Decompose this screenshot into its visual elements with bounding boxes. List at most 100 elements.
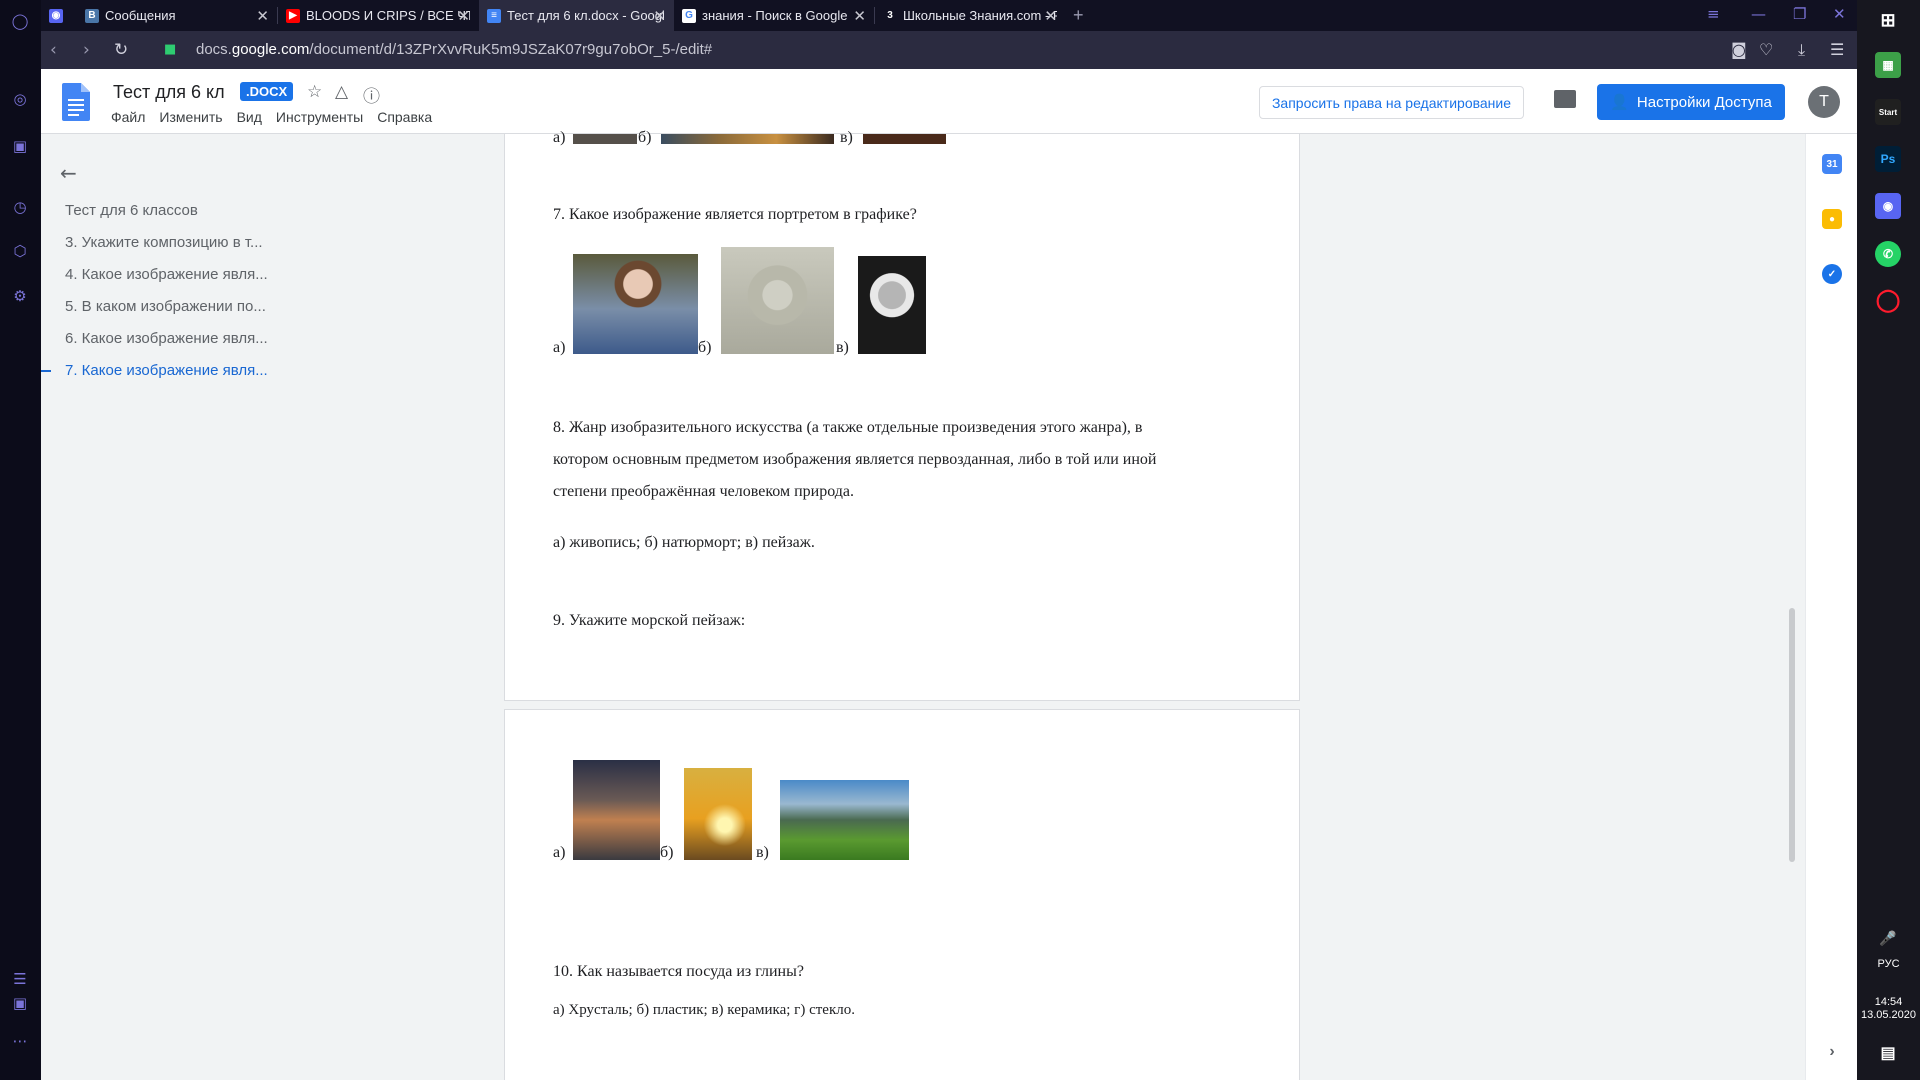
- calendar-icon[interactable]: 31: [1822, 154, 1842, 174]
- scrollbar[interactable]: [1789, 608, 1795, 862]
- tasks-icon[interactable]: ✓: [1822, 264, 1842, 284]
- document-page[interactable]: а) б) в) 7. Какое изображение является п…: [505, 129, 1299, 700]
- download-icon[interactable]: ⤓: [1798, 40, 1805, 60]
- outline-item-active[interactable]: 7. Какое изображение явля...: [65, 362, 268, 379]
- outline-item[interactable]: 4. Какое изображение явля...: [65, 266, 268, 283]
- mountain-landscape-image: [780, 780, 909, 860]
- heart-icon[interactable]: ♡: [1759, 40, 1773, 59]
- tab-youtube[interactable]: ▶ BLOODS И CRIPS / ВСЕ ЧТ ✕: [278, 0, 478, 31]
- opera-icon[interactable]: ◯: [1875, 287, 1901, 313]
- youtube-icon: ▶: [286, 8, 300, 23]
- extensions-icon[interactable]: ⬡: [9, 240, 31, 262]
- tab-menu-icon[interactable]: ≡: [1707, 5, 1720, 23]
- lock-icon: ■: [164, 42, 177, 57]
- option-label: б): [698, 339, 712, 356]
- artwork-image: [863, 134, 946, 144]
- question-8-answers: а) живопись; б) натюрморт; в) пейзаж.: [553, 534, 815, 551]
- forward-icon[interactable]: ›: [83, 40, 90, 60]
- windows-icon[interactable]: ⊞: [1875, 7, 1901, 33]
- close-icon[interactable]: ✕: [853, 7, 866, 25]
- expand-panel-icon[interactable]: ›: [1822, 1042, 1842, 1062]
- menu-help[interactable]: Справка: [377, 109, 432, 125]
- gamepad-icon: ◉: [49, 8, 63, 23]
- opera-sidebar: ◯ ◎ ▣ ◷ ⬡ ⚙ ☰ ▣ ⋯: [0, 0, 41, 1080]
- more-icon[interactable]: ⋯: [9, 1030, 31, 1052]
- back-icon[interactable]: ‹: [50, 40, 57, 60]
- znanija-icon: 3: [887, 10, 893, 21]
- pencil-portrait-image: [721, 247, 834, 354]
- twitch-icon[interactable]: ▣: [9, 135, 31, 157]
- docs-logo-icon[interactable]: [62, 83, 90, 121]
- comment-icon[interactable]: [1554, 90, 1576, 108]
- close-icon[interactable]: ✕: [256, 7, 269, 25]
- artwork-image: [573, 134, 637, 144]
- settings-icon[interactable]: ⚙: [9, 285, 31, 307]
- restore-icon[interactable]: ❐: [1793, 5, 1806, 23]
- language-indicator[interactable]: РУС: [1857, 958, 1920, 970]
- close-icon[interactable]: ✕: [1044, 7, 1057, 25]
- menu-tools[interactable]: Инструменты: [276, 109, 363, 125]
- outline-active-marker: [41, 370, 51, 372]
- close-icon[interactable]: ✕: [457, 7, 470, 25]
- question-7: 7. Какое изображение является портретом …: [553, 206, 917, 223]
- option-label: в): [836, 339, 849, 356]
- player-icon[interactable]: ▣: [9, 992, 31, 1014]
- new-tab-button[interactable]: +: [1065, 0, 1099, 31]
- close-window-icon[interactable]: ✕: [1833, 5, 1846, 23]
- portrait-woman-image: [573, 254, 698, 354]
- share-button[interactable]: 👤 Настройки Доступа: [1597, 84, 1785, 120]
- outline-item[interactable]: Тест для 6 классов: [65, 202, 198, 219]
- drive-icon[interactable]: △: [335, 82, 348, 102]
- microphone-icon[interactable]: 🎤: [1875, 925, 1901, 951]
- easy-setup-icon[interactable]: ☰: [1830, 40, 1844, 59]
- opera-logo-icon[interactable]: ◯: [9, 10, 31, 32]
- reload-icon[interactable]: ↻: [114, 40, 128, 60]
- camera-icon[interactable]: ◙: [1731, 40, 1747, 59]
- workspaces-icon[interactable]: ☰: [9, 968, 31, 990]
- history-icon[interactable]: ◷: [9, 196, 31, 218]
- artwork-image: [661, 134, 834, 144]
- outline-item[interactable]: 6. Какое изображение явля...: [65, 330, 268, 347]
- url-field[interactable]: docs.google.com/document/d/13ZPrXvvRuK5m…: [196, 41, 712, 58]
- app-icon[interactable]: ▦: [1875, 52, 1901, 78]
- discord-tab-icon[interactable]: ◉: [41, 0, 77, 31]
- menu-view[interactable]: Вид: [237, 109, 262, 125]
- info-icon[interactable]: ⓘ: [363, 82, 380, 107]
- whatsapp-icon[interactable]: ✆: [1875, 241, 1901, 267]
- option-label: б): [638, 129, 652, 146]
- avatar[interactable]: T: [1808, 86, 1840, 118]
- discord-icon[interactable]: ◉: [1875, 193, 1901, 219]
- document-title[interactable]: Тест для 6 кл: [113, 82, 225, 103]
- speed-dial-icon[interactable]: ◎: [9, 88, 31, 110]
- question-8-line: степени преображённая человеком природа.: [553, 483, 855, 500]
- tab-google-search[interactable]: G знания - Поиск в Google ✕: [674, 0, 874, 31]
- menu-file[interactable]: Файл: [111, 109, 145, 125]
- option-label: в): [840, 129, 853, 146]
- docs-icon: ≡: [487, 8, 501, 23]
- person-icon: 👤: [1610, 94, 1629, 111]
- outline-item[interactable]: 5. В каком изображении по...: [65, 298, 266, 315]
- clock[interactable]: 14:54 13.05.2020: [1857, 996, 1920, 1022]
- docx-badge: .DOCX: [240, 82, 294, 101]
- tab-docs[interactable]: ≡ Тест для 6 кл.docx - Googl ✕: [479, 0, 674, 31]
- keep-icon[interactable]: ●: [1822, 209, 1842, 229]
- minimize-icon[interactable]: —: [1751, 5, 1766, 23]
- tab-title: BLOODS И CRIPS / ВСЕ ЧТ: [306, 8, 470, 23]
- google-icon: G: [682, 8, 696, 23]
- close-icon[interactable]: ✕: [653, 7, 666, 25]
- photoshop-icon[interactable]: Ps: [1875, 146, 1901, 172]
- tab-znanija[interactable]: 3 Школьные Знания.com - F ✕: [875, 0, 1065, 31]
- document-page[interactable]: а) б) в) 10. Как называется посуда из гл…: [505, 710, 1299, 1080]
- back-arrow-icon[interactable]: ←: [60, 161, 77, 185]
- question-10: 10. Как называется посуда из глины?: [553, 963, 804, 980]
- tab-messages[interactable]: B Сообщения ✕: [77, 0, 277, 31]
- star-icon[interactable]: ☆: [307, 82, 322, 102]
- tab-strip: ◉ B Сообщения ✕ ▶ BLOODS И CRIPS / ВСЕ Ч…: [41, 0, 1857, 31]
- notifications-icon[interactable]: ▤: [1875, 1040, 1901, 1066]
- start-icon[interactable]: Start: [1875, 99, 1901, 125]
- einstein-portrait-image: [858, 256, 926, 354]
- menu-edit[interactable]: Изменить: [159, 109, 222, 125]
- tab-title: Школьные Знания.com - F: [903, 8, 1057, 23]
- request-edit-button[interactable]: Запросить права на редактирование: [1259, 86, 1524, 119]
- outline-item[interactable]: 3. Укажите композицию в т...: [65, 234, 263, 251]
